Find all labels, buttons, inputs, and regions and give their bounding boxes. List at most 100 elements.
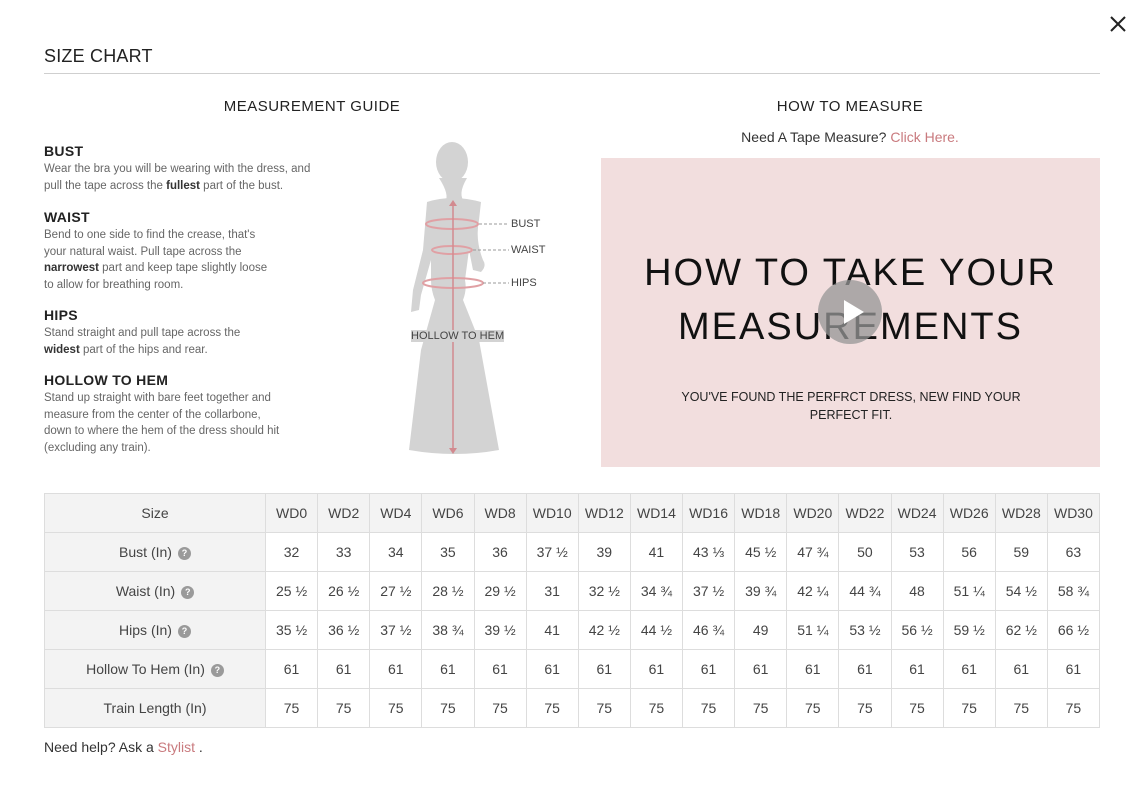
table-header-size: WD2 (317, 493, 371, 533)
table-cell: 75 (734, 688, 788, 728)
guide-hollow-text: Stand up straight with bare feet togethe… (44, 390, 354, 456)
figure-label-hollow: HOLLOW TO HEM (411, 330, 505, 342)
table-cell: 61 (681, 649, 736, 689)
table-cell: 61 (369, 649, 423, 689)
table-cell: 53 (890, 532, 944, 572)
help-icon[interactable]: ? (181, 585, 195, 599)
guide-bust-line1: Wear the bra you will be wearing with th… (44, 163, 311, 175)
table-row-label-text: Hips (In) (119, 622, 172, 638)
table-cell: 37 ½ (525, 532, 579, 572)
table-cell: 61 (577, 649, 631, 689)
table-cell: 39 ¾ (734, 571, 788, 611)
close-button[interactable] (1106, 12, 1130, 36)
guide-bust-bold: fullest (166, 179, 200, 192)
table-cell: 75 (838, 688, 892, 728)
table-cell: 61 (786, 649, 840, 689)
dress-figure-illustration (409, 142, 509, 454)
guide-hollow-line2: measure from the center of the collarbon… (44, 408, 261, 421)
table-header-size: WD26 (942, 493, 996, 533)
table-row: Bust (In)? 32 33 34 35 36 37 ½ 39 41 43 ⅓ 45 ½ 47 ¾… (44, 532, 1101, 572)
tape-measure-line: Need A Tape Measure? Click Here. (600, 129, 1100, 145)
table-cell: 61 (890, 649, 944, 689)
guide-waist: WAIST Bend to one side to find the creas… (44, 209, 354, 293)
table-cell: 36 ½ (317, 610, 371, 650)
table-cell: 43 ⅓ (681, 532, 736, 572)
table-row: Train Length (In) 75 75 75 75 75 75 75 75 75 75 75 7… (44, 688, 1101, 728)
how-to-video[interactable]: HOW TO TAKE YOUR MEASUREMENTS YOU'VE FOU… (601, 158, 1100, 467)
table-cell: 34 ¾ (629, 571, 684, 611)
guide-hips-line2: part of the hips and rear. (79, 343, 208, 356)
help-icon[interactable]: ? (177, 546, 191, 560)
guide-hips-line1: Stand straight and pull tape across the (44, 327, 241, 339)
table-cell: 56 (942, 532, 996, 572)
guide-hips-bold: widest (44, 343, 80, 356)
table-cell: 59 (994, 532, 1048, 572)
table-cell: 59 ½ (942, 610, 996, 650)
table-cell: 36 (473, 532, 527, 572)
help-icon[interactable]: ? (210, 663, 224, 677)
guide-bust-text: Wear the bra you will be wearing with th… (44, 161, 354, 194)
table-header-size: WD6 (421, 493, 475, 533)
table-cell: 39 ½ (473, 610, 527, 650)
table-cell: 31 (525, 571, 579, 611)
guide-waist-bold: narrowest (44, 262, 99, 274)
table-header-size-label: Size (44, 493, 266, 533)
table-cell: 61 (838, 649, 892, 689)
guide-hollow-line1: Stand up straight with bare feet togethe… (44, 392, 271, 404)
table-cell: 50 (838, 532, 892, 572)
table-cell: 61 (473, 649, 527, 689)
table-row-label: Train Length (In) (44, 688, 266, 728)
how-to-measure-title: HOW TO MEASURE (776, 98, 924, 115)
table-header-row: Size WD0 WD2 WD4 WD6 WD8 WD10 WD12 WD14 WD16 WD18 W… (44, 493, 1101, 533)
table-cell: 49 (734, 610, 788, 650)
table-cell: 48 (890, 571, 944, 611)
table-cell: 61 (942, 649, 996, 689)
table-cell: 26 ½ (317, 571, 371, 611)
figure-label-bust: BUST (511, 218, 541, 230)
guide-hips-text: Stand straight and pull tape across the … (44, 325, 354, 358)
table-row: Waist (In)? 25 ½ 26 ½ 27 ½ 28 ½ 29 ½ 31 32 ½ 34 … (44, 571, 1101, 611)
table-cell: 75 (317, 688, 371, 728)
title-divider (44, 73, 1100, 74)
measurement-guide-title: MEASUREMENT GUIDE (223, 98, 401, 115)
table-cell: 62 ½ (994, 610, 1048, 650)
table-cell: 37 ½ (681, 571, 736, 611)
stylist-link[interactable]: Stylist (158, 739, 195, 755)
figure-label-waist: WAIST (511, 244, 546, 256)
table-cell: 75 (421, 688, 475, 728)
measurement-figure: BUST WAIST HIPS HOLLOW TO HEM (395, 140, 565, 460)
table-cell: 75 (577, 688, 631, 728)
table-cell: 54 ½ (994, 571, 1048, 611)
help-line: Need help? Ask a Stylist . (44, 739, 203, 755)
table-cell: 25 ½ (264, 571, 319, 611)
table-cell: 61 (629, 649, 684, 689)
table-cell: 75 (1046, 688, 1101, 728)
table-row-label-text: Waist (In) (115, 583, 176, 599)
table-header-size: WD0 (264, 493, 319, 533)
guide-bust-line2: pull the tape across the (44, 179, 167, 192)
guide-waist-line4: to allow for breathing room. (44, 278, 184, 291)
table-cell: 61 (525, 649, 579, 689)
guide-waist-line3: part and keep tape slightly loose (98, 262, 268, 274)
guide-bust-heading: BUST (44, 143, 84, 159)
table-cell: 27 ½ (369, 571, 423, 611)
play-button[interactable] (818, 280, 882, 344)
table-header-size: WD10 (525, 493, 579, 533)
table-cell: 75 (473, 688, 527, 728)
table-cell: 75 (525, 688, 579, 728)
table-cell: 41 (525, 610, 579, 650)
table-header-size: WD20 (786, 493, 840, 533)
guide-hips: HIPS Stand straight and pull tape across… (44, 307, 354, 358)
modal-title: SIZE CHART (44, 46, 153, 66)
table-header-size: WD8 (473, 493, 527, 533)
help-icon[interactable]: ? (177, 624, 191, 638)
table-header-size: WD4 (369, 493, 423, 533)
guide-hollow-line4: (excluding any train). (44, 441, 151, 454)
guide-hips-heading: HIPS (44, 307, 78, 323)
table-cell: 46 ¾ (681, 610, 736, 650)
table-cell: 56 ½ (890, 610, 944, 650)
tape-measure-link[interactable]: Click Here. (890, 129, 958, 145)
table-row-label: Bust (In)? (44, 532, 266, 572)
help-text: Need help? Ask a (44, 739, 154, 755)
table-header-size: WD28 (994, 493, 1048, 533)
